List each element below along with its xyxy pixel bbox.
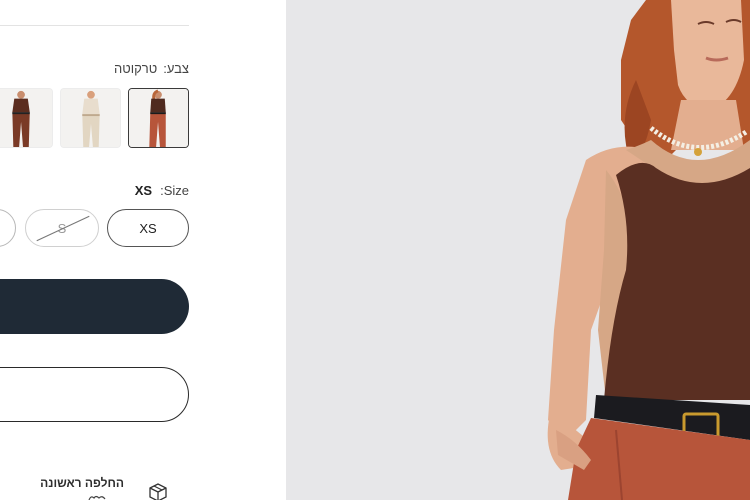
box-icon [149,483,167,500]
color-swatch-cream[interactable] [60,88,121,148]
swatch-image-brown [0,89,52,147]
color-selection-label: צבע: טרקוטה [114,61,189,76]
secondary-action-button[interactable] [0,367,189,422]
size-option-xs-label: XS [139,220,157,236]
swatch-image-terracotta [129,89,188,147]
color-swatch-terracotta[interactable] [128,88,189,148]
size-option-s-button[interactable]: S [25,209,99,247]
size-selection-label: XS :Size [135,183,189,198]
product-options-panel: צבע:טרקוטה XS:Size XS החלפה ראשונה [0,0,286,500]
feature-subtitle-fragment [88,495,106,500]
divider [0,25,189,26]
model-image [286,0,750,500]
size-value: XS [134,183,153,198]
product-photo [286,0,750,500]
size-label: :Size [160,183,189,198]
add-to-cart-button[interactable] [0,279,189,334]
size-option-button[interactable] [0,209,16,247]
color-label: צבע: [163,61,189,76]
color-value: טרקוטה [114,61,158,76]
color-swatch-brown[interactable] [0,88,53,148]
swatch-image-cream [61,89,120,147]
size-option-xs-button[interactable]: XS [107,209,189,247]
feature-title: החלפה ראשונה [40,476,124,490]
